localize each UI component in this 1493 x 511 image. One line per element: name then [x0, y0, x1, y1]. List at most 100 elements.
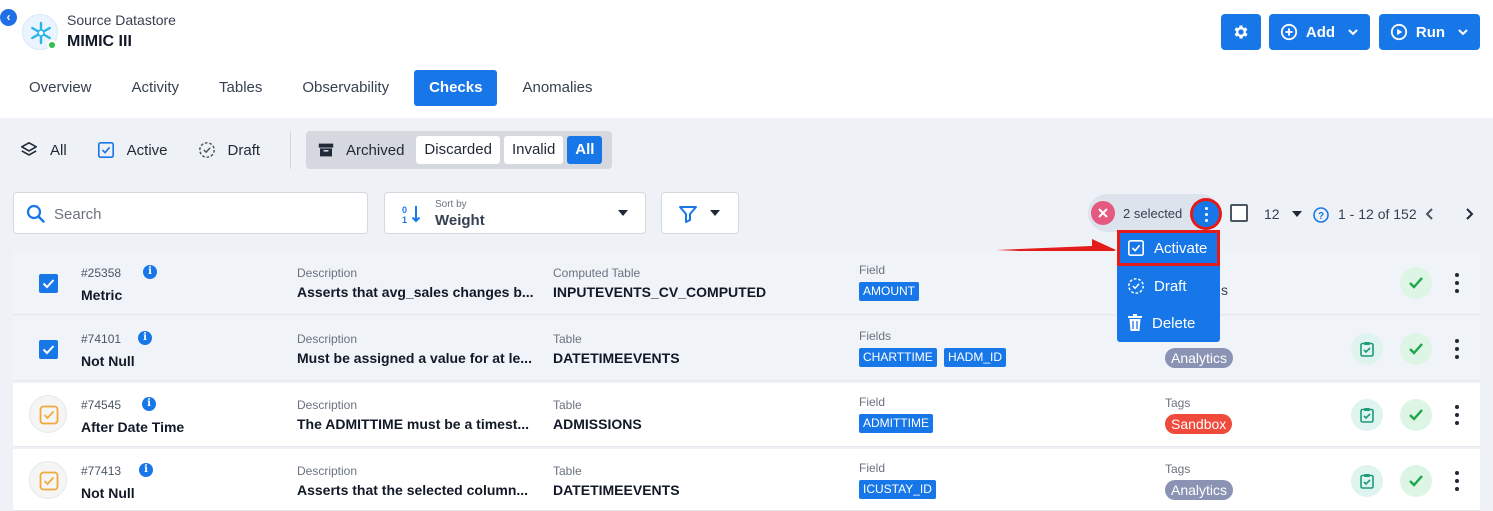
chevron-left-icon[interactable]: [1423, 206, 1437, 222]
filter-active-label: Active: [126, 141, 168, 159]
help-circle-icon[interactable]: ?: [1313, 207, 1329, 223]
info-icon[interactable]: i: [138, 331, 152, 345]
sort-select[interactable]: 01 Sort by Weight: [384, 192, 646, 234]
run-button[interactable]: Run: [1379, 14, 1480, 50]
check-type: Not Null: [81, 353, 135, 369]
table-value: ADMISSIONS: [553, 416, 642, 432]
sort-numeric-icon: 01: [402, 205, 421, 225]
row-kebab-icon[interactable]: [1455, 273, 1459, 293]
archived-filter-group: Archived Discarded Invalid All: [306, 131, 613, 169]
chevron-right-icon[interactable]: [1462, 206, 1476, 222]
menu-item-delete[interactable]: Delete: [1117, 305, 1220, 341]
clipboard-check-icon[interactable]: [1351, 465, 1383, 497]
bulk-actions-kebab-icon[interactable]: [1191, 199, 1221, 229]
row-kebab-icon[interactable]: [1455, 471, 1459, 491]
dashed-check-circle-icon: [1128, 278, 1144, 294]
check-square-icon: [1127, 239, 1145, 257]
select-all-checkbox[interactable]: [1230, 204, 1248, 222]
pagination-range: 1 - 12 of 152: [1338, 206, 1417, 222]
check-type: After Date Time: [81, 419, 185, 435]
search-input[interactable]: [54, 203, 354, 225]
trash-icon: [1128, 314, 1142, 331]
status-active-icon[interactable]: [1400, 465, 1432, 497]
status-active-icon[interactable]: [1400, 267, 1432, 299]
search-icon: [26, 204, 45, 223]
caret-down-icon[interactable]: [1291, 210, 1303, 218]
row-kebab-icon[interactable]: [1455, 405, 1459, 425]
filter-draft[interactable]: Draft: [198, 141, 261, 159]
sort-by-label: Sort by: [435, 199, 467, 210]
table-label: Table: [553, 398, 582, 412]
filter-all-label: All: [50, 141, 67, 159]
status-active-icon[interactable]: [1400, 399, 1432, 431]
check-id: #77413: [81, 464, 122, 478]
add-button[interactable]: Add: [1269, 14, 1370, 50]
filter-archived-all[interactable]: All: [567, 136, 603, 164]
svg-text:?: ?: [1318, 211, 1324, 222]
archived-label[interactable]: Archived: [346, 142, 404, 159]
tab-activity[interactable]: Activity: [117, 70, 195, 106]
table-row[interactable]: #74545 i After Date Time Description The…: [13, 383, 1480, 447]
filter-button[interactable]: [661, 192, 739, 234]
filter-all[interactable]: All: [20, 141, 67, 159]
draft-check-icon: [29, 461, 67, 499]
add-button-label: Add: [1305, 23, 1336, 41]
tab-anomalies[interactable]: Anomalies: [507, 70, 607, 106]
datastore-name: MIMIC III: [67, 33, 132, 50]
settings-button[interactable]: [1221, 14, 1261, 50]
table-label: Table: [553, 332, 582, 346]
status-filter-bar: All Active Draft Archived Discarded Inva…: [20, 130, 613, 170]
funnel-icon: [679, 206, 697, 223]
table-row[interactable]: #74101 i Not Null Description Must be as…: [13, 317, 1480, 381]
field-tag: ICUSTAY_ID: [859, 480, 936, 499]
datastore-tabs: Overview Activity Tables Observability C…: [14, 70, 618, 106]
menu-item-draft-label: Draft: [1154, 277, 1187, 295]
row-kebab-icon[interactable]: [1455, 339, 1459, 359]
description-label: Description: [297, 464, 358, 478]
menu-item-activate[interactable]: Activate: [1117, 230, 1220, 266]
tag-badge: Analytics: [1165, 348, 1234, 368]
info-icon[interactable]: i: [142, 397, 156, 411]
filter-discarded[interactable]: Discarded: [416, 136, 500, 164]
row-checkbox[interactable]: [39, 274, 58, 293]
status-active-icon[interactable]: [1400, 333, 1432, 365]
description-label: Description: [297, 398, 358, 412]
field-label: Field: [859, 461, 886, 475]
info-icon[interactable]: i: [143, 265, 157, 279]
description-label: Description: [297, 266, 358, 280]
description-value: Asserts that the selected column...: [297, 482, 529, 498]
play-circle-icon: [1390, 23, 1408, 41]
table-row[interactable]: #25358 i Metric Description Asserts that…: [13, 251, 1480, 315]
clipboard-check-icon[interactable]: [1351, 333, 1383, 365]
filter-invalid[interactable]: Invalid: [503, 136, 564, 164]
per-page-select[interactable]: 12: [1264, 206, 1280, 222]
field-tag: CHARTTIME: [859, 348, 937, 367]
field-tag: HADM_ID: [944, 348, 1007, 367]
back-chevron-icon[interactable]: ‹: [0, 9, 17, 26]
tab-overview[interactable]: Overview: [14, 70, 107, 106]
tab-observability[interactable]: Observability: [287, 70, 404, 106]
check-type: Not Null: [81, 485, 135, 501]
description-value: The ADMITTIME must be a timest...: [297, 416, 530, 432]
tag-partial-text: s: [1221, 282, 1228, 298]
table-row[interactable]: #77413 i Not Null Description Asserts th…: [13, 449, 1480, 511]
selected-count: 2 selected: [1123, 206, 1183, 221]
chevron-down-icon: [1348, 29, 1358, 36]
clear-selection-icon[interactable]: [1091, 201, 1115, 225]
clipboard-check-icon[interactable]: [1351, 399, 1383, 431]
run-button-label: Run: [1415, 23, 1446, 41]
menu-item-draft[interactable]: Draft: [1117, 268, 1220, 304]
chevron-down-icon: [1458, 29, 1468, 36]
filter-draft-label: Draft: [227, 141, 261, 159]
info-icon[interactable]: i: [139, 463, 153, 477]
layers-icon: [20, 141, 38, 156]
search-box[interactable]: [13, 192, 368, 234]
row-checkbox[interactable]: [39, 340, 58, 359]
tab-checks[interactable]: Checks: [414, 70, 498, 106]
filter-active[interactable]: Active: [97, 141, 168, 159]
tab-tables[interactable]: Tables: [204, 70, 277, 106]
dashed-check-circle-icon: [198, 142, 215, 158]
table-value: INPUTEVENTS_CV_COMPUTED: [553, 284, 767, 300]
divider: [290, 131, 292, 169]
tag-badge: Sandbox: [1165, 414, 1233, 434]
